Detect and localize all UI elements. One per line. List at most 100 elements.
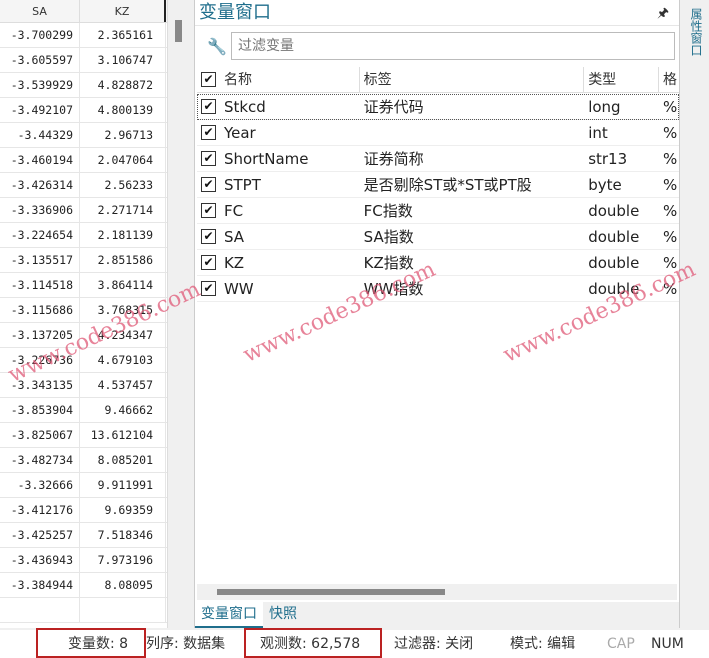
table-cell[interactable]: -3.436943 (0, 548, 80, 572)
table-row[interactable]: -3.336906 2.271714 (0, 198, 167, 223)
header-format[interactable]: 格 (659, 67, 679, 92)
column-header-kz[interactable]: KZ (80, 0, 166, 22)
table-row[interactable]: -3.605597 3.106747 (0, 48, 167, 73)
variable-row[interactable]: ✔ KZ KZ指数 double % (197, 250, 679, 276)
variable-checkbox[interactable]: ✔ (201, 203, 216, 218)
table-row[interactable]: -3.492107 4.800139 (0, 98, 167, 123)
table-cell[interactable] (0, 598, 80, 622)
table-row[interactable]: -3.114518 3.864114 (0, 273, 167, 298)
scrollbar-thumb[interactable] (175, 20, 182, 42)
table-row[interactable]: -3.425257 7.518346 (0, 523, 167, 548)
pin-icon[interactable]: 🖈 (657, 4, 669, 26)
table-cell[interactable]: 2.96713 (80, 123, 166, 147)
variable-row[interactable]: ✔ SA SA指数 double % (197, 224, 679, 250)
table-cell[interactable]: -3.44329 (0, 123, 80, 147)
header-label[interactable]: 标签 (360, 67, 585, 92)
table-cell[interactable]: -3.425257 (0, 523, 80, 547)
table-cell[interactable]: 4.800139 (80, 98, 166, 122)
table-cell[interactable]: -3.539929 (0, 73, 80, 97)
table-cell[interactable]: -3.137205 (0, 323, 80, 347)
variable-row[interactable]: ✔ WW WW指数 double % (197, 276, 679, 302)
table-cell[interactable]: 2.181139 (80, 223, 166, 247)
table-cell[interactable]: 3.768315 (80, 298, 166, 322)
vertical-scrollbar[interactable] (170, 0, 186, 628)
table-cell[interactable]: -3.226736 (0, 348, 80, 372)
column-header-sa[interactable]: SA (0, 0, 80, 22)
tab-snapshots[interactable]: 快照 (263, 602, 303, 628)
variable-checkbox[interactable]: ✔ (201, 99, 216, 114)
table-row[interactable]: -3.115686 3.768315 (0, 298, 167, 323)
table-row[interactable]: -3.412176 9.69359 (0, 498, 167, 523)
table-row[interactable]: -3.135517 2.851586 (0, 248, 167, 273)
table-cell[interactable]: 4.679103 (80, 348, 166, 372)
table-cell[interactable]: 2.365161 (80, 23, 166, 47)
table-cell[interactable]: -3.32666 (0, 473, 80, 497)
variable-checkbox[interactable]: ✔ (201, 151, 216, 166)
variable-checkbox[interactable]: ✔ (201, 177, 216, 192)
table-cell[interactable]: -3.343135 (0, 373, 80, 397)
table-cell[interactable]: 9.69359 (80, 498, 166, 522)
table-cell[interactable]: -3.412176 (0, 498, 80, 522)
table-cell[interactable]: -3.492107 (0, 98, 80, 122)
table-cell[interactable]: -3.426314 (0, 173, 80, 197)
variable-row[interactable]: ✔ STPT 是否剔除ST或*ST或PT股 byte % (197, 172, 679, 198)
table-cell[interactable]: -3.224654 (0, 223, 80, 247)
variable-row[interactable]: ✔ Year int % (197, 120, 679, 146)
table-row[interactable]: -3.226736 4.679103 (0, 348, 167, 373)
table-cell[interactable]: 2.271714 (80, 198, 166, 222)
table-cell[interactable]: 4.828872 (80, 73, 166, 97)
table-cell[interactable]: -3.700299 (0, 23, 80, 47)
table-row[interactable]: -3.436943 7.973196 (0, 548, 167, 573)
table-cell[interactable]: 2.56233 (80, 173, 166, 197)
table-cell[interactable]: -3.460194 (0, 148, 80, 172)
table-cell[interactable]: 13.612104 (80, 423, 166, 447)
variable-checkbox[interactable]: ✔ (201, 229, 216, 244)
select-all-checkbox[interactable]: ✔ (201, 72, 216, 87)
table-cell[interactable]: 8.08095 (80, 573, 166, 597)
table-cell[interactable] (80, 598, 166, 622)
table-cell[interactable]: -3.482734 (0, 448, 80, 472)
variable-row[interactable]: ✔ FC FC指数 double % (197, 198, 679, 224)
table-row[interactable]: -3.426314 2.56233 (0, 173, 167, 198)
table-cell[interactable]: -3.114518 (0, 273, 80, 297)
data-grid[interactable]: SA KZ -3.700299 2.365161 -3.605597 3.106747… (0, 0, 168, 628)
table-row[interactable]: -3.539929 4.828872 (0, 73, 167, 98)
table-row[interactable]: -3.460194 2.047064 (0, 148, 167, 173)
table-cell[interactable]: 7.973196 (80, 548, 166, 572)
table-cell[interactable]: 9.911991 (80, 473, 166, 497)
table-cell[interactable]: 3.864114 (80, 273, 166, 297)
table-cell[interactable]: -3.336906 (0, 198, 80, 222)
variable-row[interactable]: ✔ Stkcd 证券代码 long % (197, 94, 679, 120)
table-row[interactable]: -3.44329 2.96713 (0, 123, 167, 148)
table-row[interactable]: -3.825067 13.612104 (0, 423, 167, 448)
table-cell[interactable]: 8.085201 (80, 448, 166, 472)
table-cell[interactable]: -3.825067 (0, 423, 80, 447)
variable-checkbox[interactable]: ✔ (201, 255, 216, 270)
table-row[interactable]: -3.700299 2.365161 (0, 23, 167, 48)
table-cell[interactable]: 4.234347 (80, 323, 166, 347)
filter-variables-input[interactable] (231, 32, 675, 60)
table-row[interactable]: -3.384944 8.08095 (0, 573, 167, 598)
table-row[interactable]: -3.137205 4.234347 (0, 323, 167, 348)
table-cell[interactable]: 3.106747 (80, 48, 166, 72)
properties-window-tab[interactable]: 属性窗口 (688, 8, 705, 56)
table-row[interactable] (0, 598, 167, 623)
table-row[interactable]: -3.32666 9.911991 (0, 473, 167, 498)
table-cell[interactable]: -3.115686 (0, 298, 80, 322)
table-cell[interactable]: 4.537457 (80, 373, 166, 397)
variable-checkbox[interactable]: ✔ (201, 281, 216, 296)
table-cell[interactable]: 9.46662 (80, 398, 166, 422)
header-name[interactable]: 名称 (222, 67, 360, 92)
table-cell[interactable]: 2.047064 (80, 148, 166, 172)
horizontal-scrollbar-thumb[interactable] (217, 589, 445, 595)
table-cell[interactable]: -3.605597 (0, 48, 80, 72)
table-cell[interactable]: -3.384944 (0, 573, 80, 597)
variable-checkbox[interactable]: ✔ (201, 125, 216, 140)
tab-variables[interactable]: 变量窗口 (195, 602, 263, 628)
table-cell[interactable]: -3.853904 (0, 398, 80, 422)
table-cell[interactable]: 2.851586 (80, 248, 166, 272)
table-row[interactable]: -3.224654 2.181139 (0, 223, 167, 248)
table-row[interactable]: -3.853904 9.46662 (0, 398, 167, 423)
table-row[interactable]: -3.343135 4.537457 (0, 373, 167, 398)
table-cell[interactable]: 7.518346 (80, 523, 166, 547)
